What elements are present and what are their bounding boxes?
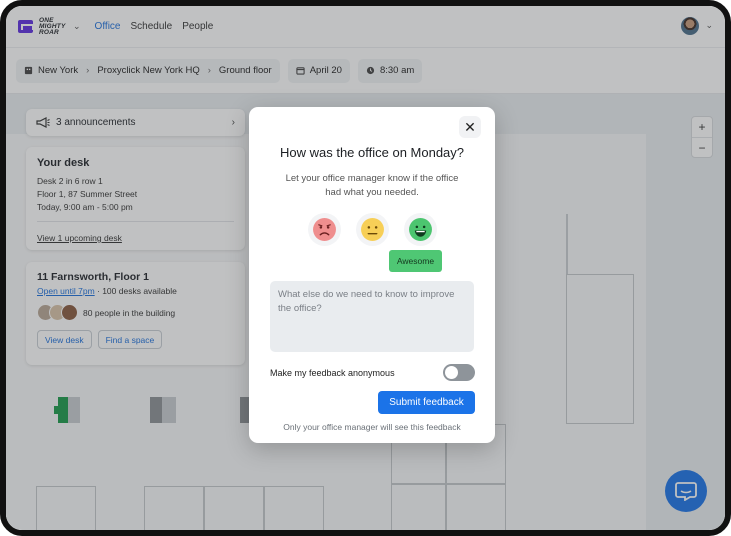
submit-feedback-button[interactable]: Submit feedback — [378, 391, 475, 414]
neutral-face-icon — [360, 218, 384, 241]
sad-face-icon — [312, 218, 336, 241]
anonymous-label: Make my feedback anonymous — [270, 367, 395, 378]
rating-tooltip: Awesome — [389, 250, 442, 272]
privacy-note: Only your office manager will see this f… — [283, 422, 461, 432]
anonymous-toggle[interactable] — [443, 364, 475, 381]
modal-title: How was the office on Monday? — [279, 145, 465, 160]
happy-face-icon — [408, 218, 432, 241]
feedback-modal: ✕ How was the office on Monday? Let your… — [249, 107, 495, 443]
anonymous-row: Make my feedback anonymous — [270, 364, 475, 381]
close-icon: ✕ — [464, 118, 476, 135]
app: ONE MIGHTY ROAR ⌄ Office Schedule People… — [6, 6, 725, 530]
feedback-textarea[interactable]: What else do we need to know to improve … — [270, 281, 474, 352]
rating-sad-button[interactable] — [307, 213, 341, 246]
close-button[interactable]: ✕ — [459, 116, 481, 138]
rating-neutral-button[interactable] — [355, 213, 389, 246]
rating-awesome-button[interactable] — [403, 213, 437, 246]
app-frame: ONE MIGHTY ROAR ⌄ Office Schedule People… — [0, 0, 731, 536]
modal-subtitle: Let your office manager know if the offi… — [285, 173, 459, 198]
rating-options — [249, 213, 495, 246]
